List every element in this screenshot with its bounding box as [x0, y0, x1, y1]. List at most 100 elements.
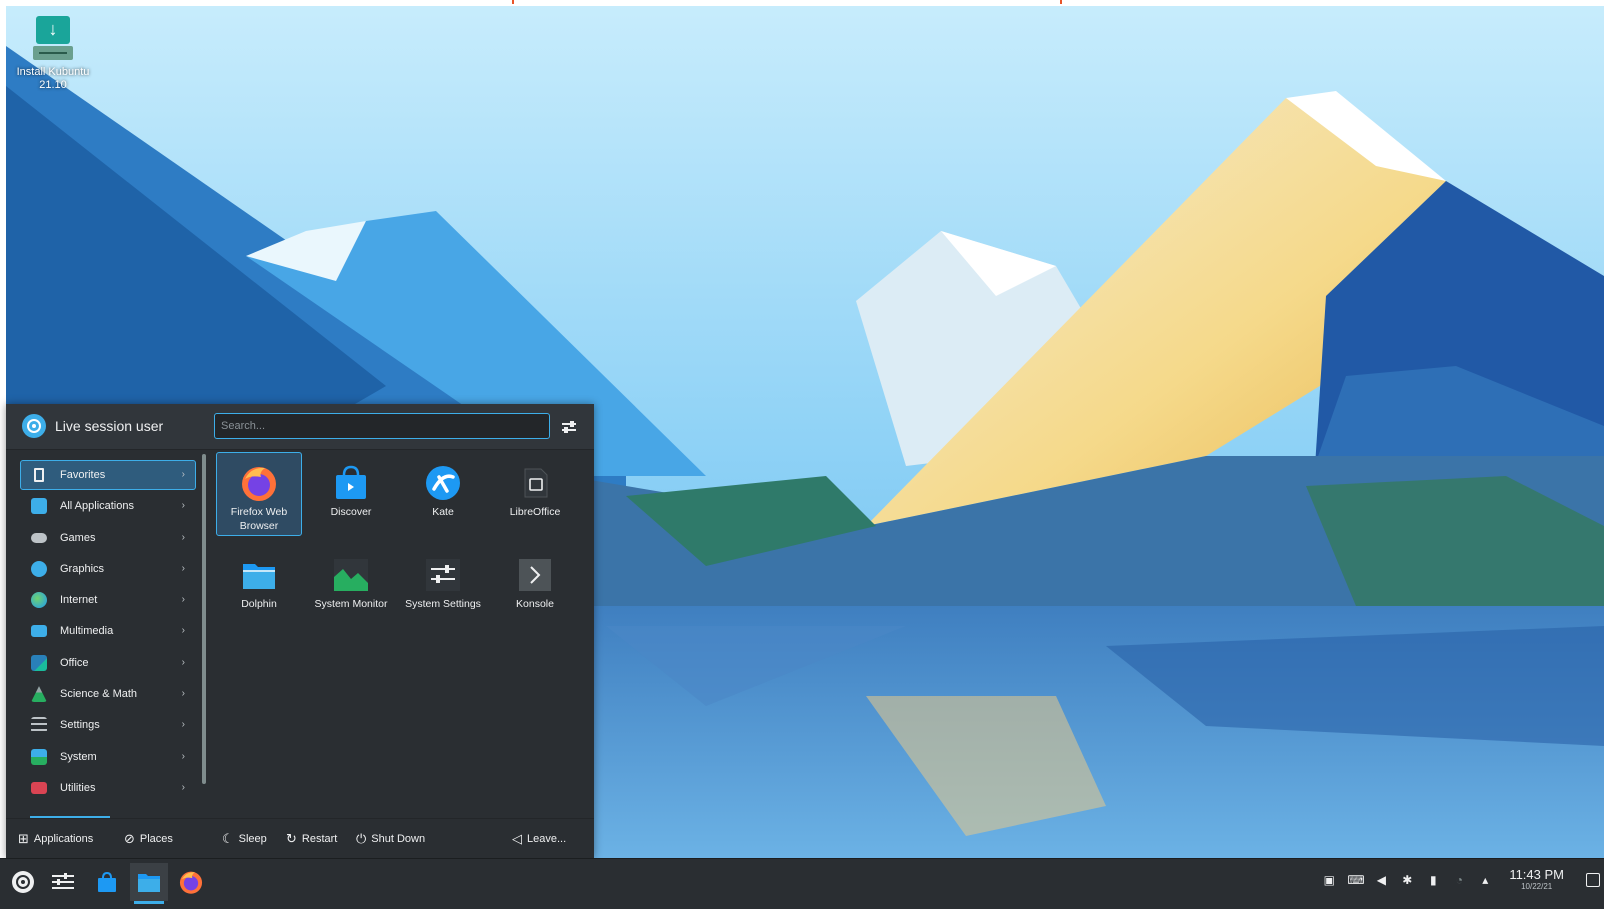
firefox-icon — [239, 463, 279, 503]
category-label: Science & Math — [60, 688, 138, 701]
favorite-libreoffice[interactable]: LibreOffice — [492, 452, 578, 536]
discover-bag-icon — [98, 871, 116, 892]
kate-icon — [423, 463, 463, 503]
firefox-taskbar-button[interactable] — [172, 863, 210, 901]
favorite-system-monitor[interactable]: System Monitor — [308, 544, 394, 628]
category-label: Multimedia — [60, 625, 114, 638]
multimedia-icon — [31, 625, 47, 638]
chevron-right-icon: › — [181, 562, 185, 574]
science-math-icon — [31, 686, 47, 703]
favorite-label: Firefox Web Browser — [230, 506, 288, 532]
grid-icon: ⊞ — [18, 831, 29, 846]
places-tab-label: Places — [139, 833, 173, 845]
restart-button[interactable]: ↻ Restart — [286, 831, 337, 847]
install-kubuntu-desktop-icon[interactable]: ↓ Install Kubuntu 21.10 — [10, 14, 96, 92]
chevron-right-icon: › — [181, 781, 185, 793]
volume-icon[interactable]: ◀ — [1373, 873, 1389, 887]
leave-label: Leave... — [527, 833, 567, 845]
system-monitor-icon — [331, 555, 371, 595]
settings-icon — [31, 717, 47, 734]
leave-button[interactable]: ◁ Leave... — [512, 831, 566, 847]
category-list: Favorites › All Applications › Games › G… — [20, 460, 196, 804]
applications-tab[interactable]: ⊞ Applications — [18, 831, 93, 847]
user-info[interactable]: Live session user — [22, 414, 163, 438]
category-label: Office — [60, 656, 89, 669]
discover-taskbar-button[interactable] — [88, 863, 126, 901]
favorite-kate[interactable]: Kate — [400, 452, 486, 536]
clipboard-icon[interactable]: ▣ — [1321, 873, 1337, 887]
games-icon — [31, 532, 47, 543]
sleep-button[interactable]: ☾ Sleep — [222, 831, 267, 847]
category-system[interactable]: System › — [20, 742, 196, 772]
konsole-terminal-icon — [515, 555, 555, 595]
top-marker — [512, 0, 514, 4]
category-settings[interactable]: Settings › — [20, 710, 196, 740]
category-label: Settings — [60, 719, 100, 732]
chevron-right-icon: › — [181, 750, 185, 762]
show-desktop-button[interactable] — [1586, 873, 1600, 887]
shut-down-label: Shut Down — [371, 833, 426, 845]
category-utilities[interactable]: Utilities › — [20, 773, 196, 803]
sliders-icon — [562, 421, 576, 427]
favorite-label: System Settings — [405, 598, 481, 610]
pager-button[interactable] — [44, 863, 82, 901]
app-launcher-button[interactable] — [4, 863, 42, 901]
favorite-dolphin[interactable]: Dolphin — [216, 544, 302, 628]
category-scrollbar[interactable] — [202, 454, 206, 784]
install-package-icon: ↓ — [33, 14, 73, 62]
category-games[interactable]: Games › — [20, 523, 196, 553]
dolphin-folder-icon — [138, 874, 160, 892]
application-launcher: Live session user Favorites › All Applic… — [6, 404, 594, 858]
favorite-konsole[interactable]: Konsole — [492, 544, 578, 628]
category-favorites[interactable]: Favorites › — [20, 460, 196, 490]
category-all-applications[interactable]: All Applications › — [20, 491, 196, 521]
sleep-label: Sleep — [238, 833, 267, 845]
office-icon — [31, 654, 47, 671]
search-input[interactable] — [214, 413, 550, 439]
category-science-math[interactable]: Science & Math › — [20, 679, 196, 709]
favorites-bookmark-icon — [34, 468, 44, 482]
favorite-label: System Monitor — [314, 598, 388, 610]
kde-user-avatar-icon — [22, 414, 46, 438]
compass-icon: ⊘ — [124, 831, 135, 846]
kde-logo-icon — [12, 871, 34, 893]
firefox-icon — [179, 871, 203, 894]
configure-launcher-button[interactable] — [558, 416, 580, 438]
sleep-moon-icon: ☾ — [222, 831, 234, 846]
category-internet[interactable]: Internet › — [20, 585, 196, 615]
launcher-header: Live session user — [6, 404, 594, 450]
taskbar: ▣ ⌨ ◀ ✱ ▮ ◔ ▴ 11:43 PM 10/22/21 — [0, 858, 1604, 909]
category-label: Internet — [60, 594, 98, 607]
places-tab[interactable]: ⊘ Places — [124, 831, 173, 847]
dolphin-taskbar-button[interactable] — [130, 863, 168, 904]
internet-globe-icon — [31, 592, 47, 609]
category-multimedia[interactable]: Multimedia › — [20, 616, 196, 646]
restart-label: Restart — [301, 833, 338, 845]
shut-down-button[interactable]: ⏻ Shut Down — [356, 831, 425, 847]
favorite-firefox[interactable]: Firefox Web Browser — [216, 452, 302, 536]
favorite-discover[interactable]: Discover — [308, 452, 394, 536]
user-name: Live session user — [55, 418, 164, 434]
expand-tray-icon[interactable]: ▴ — [1477, 873, 1493, 887]
favorite-label: Dolphin — [241, 598, 277, 610]
digital-clock[interactable]: 11:43 PM 10/22/21 — [1509, 867, 1564, 892]
chevron-right-icon: › — [181, 688, 185, 700]
keyboard-layout-icon[interactable]: ⌨ — [1347, 873, 1364, 887]
power-icon: ⏻ — [356, 831, 367, 846]
category-office[interactable]: Office › — [20, 648, 196, 678]
network-icon[interactable]: ◔ — [1451, 873, 1467, 887]
clock-time: 11:43 PM — [1509, 867, 1564, 882]
system-settings-icon — [423, 555, 463, 595]
bluetooth-icon[interactable]: ✱ — [1399, 873, 1415, 887]
sliders-icon-bar — [562, 427, 576, 433]
restart-icon: ↻ — [286, 831, 297, 846]
system-tray: ▣ ⌨ ◀ ✱ ▮ ◔ ▴ 11:43 PM 10/22/21 — [1321, 867, 1564, 892]
category-graphics[interactable]: Graphics › — [20, 554, 196, 584]
chevron-right-icon: › — [181, 719, 185, 731]
favorite-system-settings[interactable]: System Settings — [400, 544, 486, 628]
chevron-right-icon: › — [181, 594, 185, 606]
category-label: System — [60, 750, 97, 763]
removable-devices-icon[interactable]: ▮ — [1425, 873, 1441, 887]
top-marker — [1060, 0, 1062, 4]
screen-top-border — [0, 0, 1604, 6]
